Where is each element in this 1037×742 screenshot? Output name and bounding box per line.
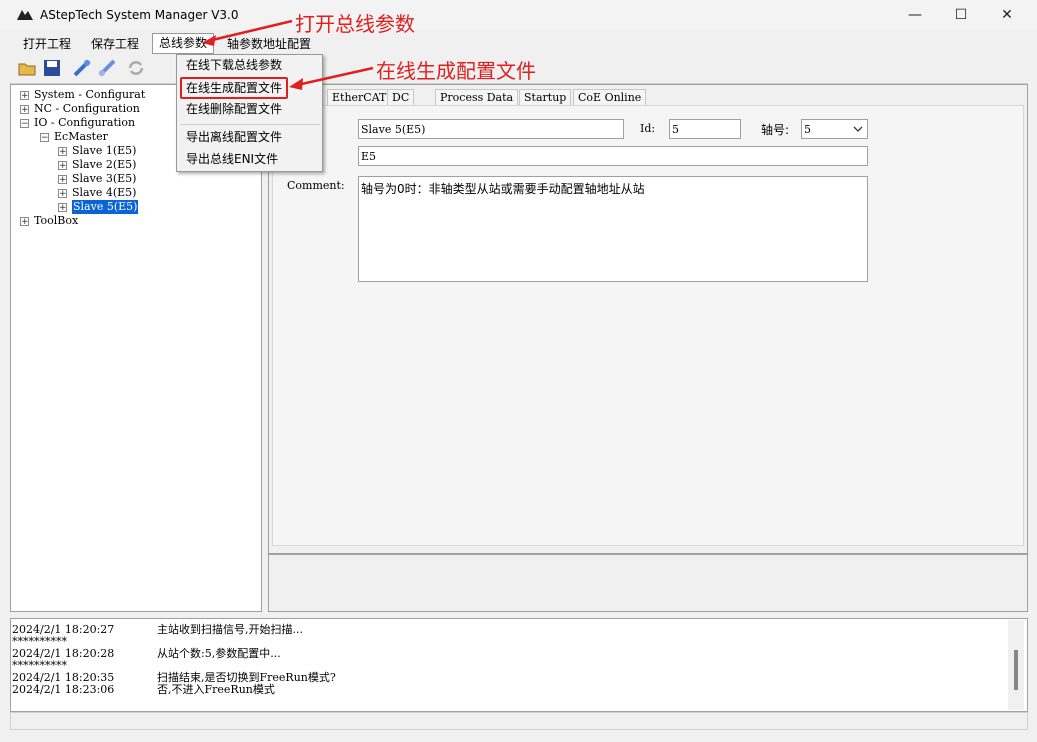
tree-expander-icon[interactable]: + <box>20 91 29 101</box>
horizontal-scrollbar[interactable] <box>10 712 1028 730</box>
tab-dc[interactable]: DC <box>387 89 415 106</box>
open-folder-icon[interactable] <box>17 58 37 78</box>
log-message: 否,不进入FreeRun模式 <box>157 683 275 696</box>
tree-node-label[interactable]: Slave 4(E5) <box>72 186 136 200</box>
tree-expander-icon[interactable]: + <box>58 203 67 213</box>
tree-node-label[interactable]: ToolBox <box>34 214 78 228</box>
tree-node-label[interactable]: Slave 3(E5) <box>72 172 136 186</box>
tree-expander-icon[interactable]: − <box>20 119 29 129</box>
annotation-open-bus-params: 打开总线参数 <box>295 12 415 36</box>
menu-online-delete-config[interactable]: 在线删除配置文件 <box>186 99 282 119</box>
annotation-generate-config: 在线生成配置文件 <box>376 59 536 83</box>
tree-expander-icon[interactable]: + <box>20 105 29 115</box>
tree-expander-icon[interactable]: + <box>58 147 67 157</box>
tree-node-label[interactable]: Slave 1(E5) <box>72 144 136 158</box>
comment-textarea[interactable]: 轴号为0时：非轴类型从站或需要手动配置轴地址从站 <box>358 176 868 282</box>
axis-select-value: 5 <box>804 123 811 136</box>
save-icon[interactable] <box>42 58 62 78</box>
tab-coe-online[interactable]: CoE Online <box>573 89 647 106</box>
axis-label: 轴号: <box>761 123 790 137</box>
connect-icon[interactable] <box>72 58 92 78</box>
id-field[interactable]: 5 <box>669 119 741 139</box>
id-label: Id: <box>640 122 656 135</box>
log-scrollbar-thumb[interactable] <box>1014 650 1018 690</box>
highlight-box <box>180 77 288 99</box>
slave-name-field[interactable]: Slave 5(E5) <box>358 119 624 139</box>
log-line: 2024/2/1 18:23:06 否,不进入FreeRun模式 <box>12 683 275 696</box>
refresh-icon[interactable] <box>126 58 146 78</box>
close-button[interactable]: ✕ <box>984 0 1030 30</box>
tree-expander-icon[interactable]: − <box>40 133 49 143</box>
menu-open-project[interactable]: 打开工程 <box>17 35 77 53</box>
maximize-button[interactable]: ☐ <box>938 0 984 30</box>
tree-expander-icon[interactable]: + <box>58 161 67 171</box>
tree-node-label[interactable]: Slave 5(E5) <box>72 200 139 214</box>
menu-save-project[interactable]: 保存工程 <box>85 35 145 53</box>
tree-node-label[interactable]: NC - Configuration <box>34 102 140 116</box>
menu-export-eni[interactable]: 导出总线ENI文件 <box>186 149 278 169</box>
tree-node-label[interactable]: IO - Configuration <box>34 116 135 130</box>
tree-node-label[interactable]: System - Configurat <box>34 88 145 102</box>
tree-expander-icon[interactable]: + <box>58 189 67 199</box>
annotation-arrow-1 <box>202 19 293 46</box>
menu-online-download[interactable]: 在线下载总线参数 <box>186 55 282 75</box>
tree-node-label[interactable]: Slave 2(E5) <box>72 158 136 172</box>
axis-select[interactable]: 5 <box>801 119 868 139</box>
info-box <box>268 554 1028 612</box>
comment-label: Comment: <box>287 179 345 192</box>
app-logo-icon <box>17 10 33 20</box>
log-message: 主站收到扫描信号,开始扫描... <box>157 623 303 636</box>
device-type-field[interactable]: E5 <box>358 146 868 166</box>
annotation-arrow-2 <box>289 66 374 90</box>
tree-expander-icon[interactable]: + <box>20 217 29 227</box>
menu-separator <box>180 124 320 125</box>
minimize-button[interactable]: — <box>892 0 938 30</box>
tree-node-label[interactable]: EcMaster <box>54 130 108 144</box>
tab-content <box>272 105 1024 546</box>
chevron-down-icon <box>853 126 863 132</box>
tab-startup[interactable]: Startup <box>519 89 572 106</box>
disconnect-icon[interactable] <box>97 58 117 78</box>
tab-process-data[interactable]: Process Data <box>435 89 519 106</box>
log-message: 从站个数:5,参数配置中... <box>157 647 281 660</box>
tree-expander-icon[interactable]: + <box>58 175 67 185</box>
menu-export-offline-config[interactable]: 导出离线配置文件 <box>186 127 282 147</box>
log-time: 2024/2/1 18:23:06 <box>12 683 115 696</box>
